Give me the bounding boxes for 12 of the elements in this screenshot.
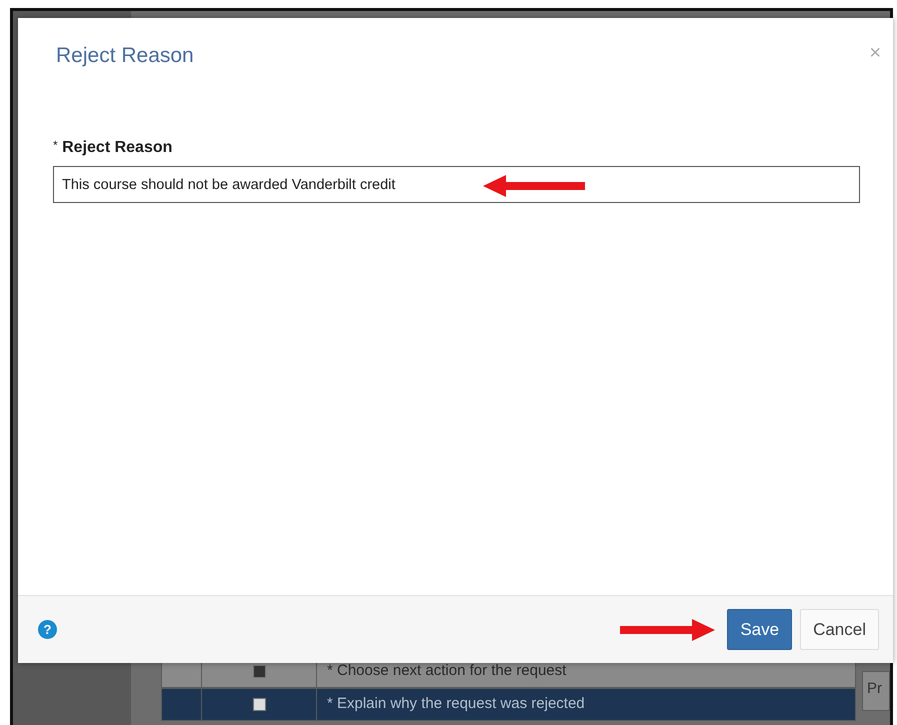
dialog-title: Reject Reason bbox=[56, 43, 194, 68]
row-text: * Choose next action for the request bbox=[327, 661, 566, 682]
save-button[interactable]: Save bbox=[727, 608, 792, 650]
field-label: * Reject Reason bbox=[53, 137, 174, 158]
input-field[interactable]: This course should not be awarded Vanderbilt credit bbox=[53, 166, 860, 204]
cancel-button[interactable]: Cancel bbox=[800, 608, 879, 650]
row-text: * Explain why the request was rejected bbox=[327, 694, 585, 714]
checkbox[interactable] bbox=[252, 665, 266, 678]
cut-off-text: Pr bbox=[862, 671, 890, 711]
checkbox[interactable] bbox=[252, 698, 266, 711]
help-icon[interactable]: ? bbox=[38, 620, 57, 639]
table-row[interactable]: * Explain why the request was rejected bbox=[161, 688, 856, 721]
